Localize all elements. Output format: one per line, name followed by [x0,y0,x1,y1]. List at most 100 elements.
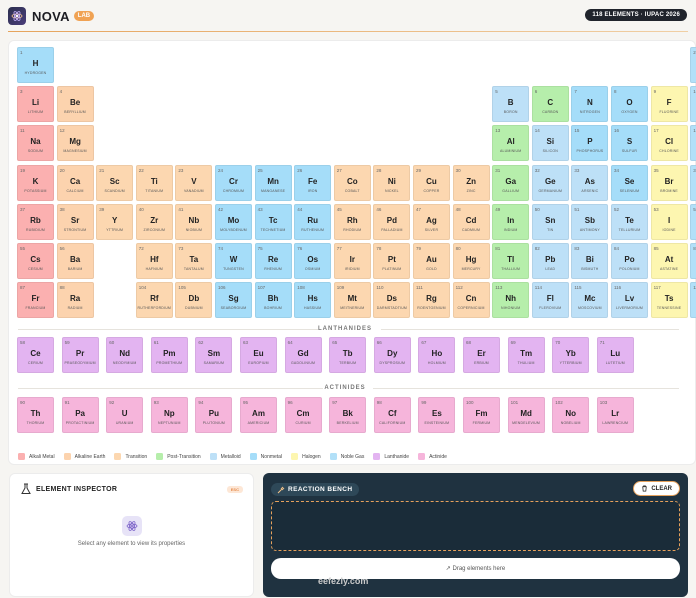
element-cell-ts[interactable]: 117 Ts TENNESSINE [650,282,688,319]
element-cell-mt[interactable]: 109 Mt MEITNERIUM [333,282,371,319]
clear-button[interactable]: CLEAR [633,481,680,496]
element-cell-ge[interactable]: 32 Ge GERMANIUM [531,164,569,201]
element-cell-ce[interactable]: 58 Ce CERIUM [17,337,54,373]
element-cell-u[interactable]: 92 U URANIUM [106,397,144,433]
element-cell-mc[interactable]: 115 Mc MOSCOVIUM [571,282,609,319]
element-cell-cn[interactable]: 112 Cn COPERNICIUM [452,282,490,319]
element-cell-rf[interactable]: 104 Rf RUTHERFORDIUM [135,282,173,319]
element-cell-cs[interactable]: 55 Cs CESIUM [17,243,54,279]
element-cell-fr[interactable]: 87 Fr FRANCIUM [17,282,54,319]
element-cell-db[interactable]: 105 Db DUBNIUM [175,282,213,319]
element-cell-h[interactable]: 1 H HYDROGEN [17,47,54,83]
element-cell-ds[interactable]: 110 Ds DARMSTADTIUM [373,282,411,319]
element-cell-s[interactable]: 16 S SULFUR [611,125,648,162]
element-cell-pb[interactable]: 82 Pb LEAD [531,243,569,279]
element-cell-in[interactable]: 49 In INDIUM [492,203,530,240]
element-cell-cl[interactable]: 17 Cl CHLORINE [650,125,688,162]
element-cell-te[interactable]: 52 Te TELLURIUM [611,203,648,240]
element-cell-mn[interactable]: 25 Mn MANGANESE [254,164,292,201]
element-cell-zr[interactable]: 40 Zr ZIRCONIUM [135,203,173,240]
element-cell-nh[interactable]: 113 Nh NIHONIUM [492,282,530,319]
element-cell-rn[interactable]: 86RnRADON [690,243,696,279]
element-cell-th[interactable]: 90 Th THORIUM [17,397,54,433]
element-cell-sm[interactable]: 62 Sm SAMARIUM [195,337,233,373]
element-cell-pu[interactable]: 94 Pu PLUTONIUM [195,397,233,433]
element-cell-no[interactable]: 102 No NOBELIUM [552,397,590,433]
drop-zone[interactable] [271,501,680,551]
element-cell-f[interactable]: 9 F FLUORINE [650,86,688,123]
element-cell-cu[interactable]: 29 Cu COPPER [413,164,450,201]
element-cell-ti[interactable]: 22 Ti TITANIUM [135,164,173,201]
element-cell-sn[interactable]: 50 Sn TIN [531,203,569,240]
element-cell-am[interactable]: 95 Am AMERICIUM [240,397,277,433]
element-cell-c[interactable]: 6 C CARBON [531,86,569,123]
element-cell-y[interactable]: 39 Y YTTRIUM [96,203,134,240]
element-cell-hs[interactable]: 108 Hs HASSIUM [294,282,332,319]
element-cell-ru[interactable]: 44 Ru RUTHENIUM [294,203,332,240]
element-cell-tb[interactable]: 65 Tb TERBIUM [329,337,367,373]
element-cell-ho[interactable]: 67 Ho HOLMIUM [418,337,456,373]
element-cell-ir[interactable]: 77 Ir IRIDIUM [333,243,371,279]
element-cell-hg[interactable]: 80 Hg MERCURY [452,243,490,279]
element-cell-yb[interactable]: 70 Yb YTTERBIUM [552,337,590,373]
element-cell-he[interactable]: 2 He HELIUM [690,47,696,83]
element-cell-fm[interactable]: 100 Fm FERMIUM [463,397,500,433]
element-cell-eu[interactable]: 63 Eu EUROPIUM [240,337,277,373]
element-cell-pt[interactable]: 78 Pt PLATINUM [373,243,411,279]
element-cell-np[interactable]: 93 Np NEPTUNIUM [150,397,188,433]
element-cell-at[interactable]: 85 At ASTATINE [650,243,688,279]
element-cell-bh[interactable]: 107 Bh BOHRIUM [254,282,292,319]
element-cell-rb[interactable]: 37 Rb RUBIDIUM [17,203,54,240]
element-cell-i[interactable]: 53 I IODINE [650,203,688,240]
element-cell-n[interactable]: 7 N NITROGEN [571,86,609,123]
element-cell-cm[interactable]: 96 Cm CURIUM [284,397,322,433]
element-cell-tm[interactable]: 69 Tm THULIUM [507,337,545,373]
element-cell-er[interactable]: 68 Er ERBIUM [463,337,500,373]
element-cell-sc[interactable]: 21 Sc SCANDIUM [96,164,134,201]
element-cell-pr[interactable]: 59 Pr PRASEODYMIUM [61,337,99,373]
element-cell-mg[interactable]: 12 Mg MAGNESIUM [56,125,94,162]
element-cell-mo[interactable]: 42 Mo MOLYBDENUM [215,203,252,240]
element-cell-cd[interactable]: 48 Cd CADMIUM [452,203,490,240]
element-cell-ra[interactable]: 88 Ra RADIUM [56,282,94,319]
element-cell-as[interactable]: 33 As ARSENIC [571,164,609,201]
element-cell-sr[interactable]: 38 Sr STRONTIUM [56,203,94,240]
element-cell-se[interactable]: 34 Se SELENIUM [611,164,648,201]
element-cell-lr[interactable]: 103 Lr LAWRENCIUM [596,397,634,433]
element-cell-sb[interactable]: 51 Sb ANTIMONY [571,203,609,240]
element-cell-cr[interactable]: 24 Cr CHROMIUM [215,164,252,201]
element-cell-zn[interactable]: 30 Zn ZINC [452,164,490,201]
element-cell-w[interactable]: 74 W TUNGSTEN [215,243,252,279]
element-cell-ga[interactable]: 31 Ga GALLIUM [492,164,530,201]
element-cell-cf[interactable]: 98 Cf CALIFORNIUM [373,397,411,433]
element-cell-lv[interactable]: 116 Lv LIVERMORIUM [611,282,648,319]
element-cell-xe[interactable]: 54XeXENON [690,203,696,240]
element-cell-b[interactable]: 5 B BORON [492,86,530,123]
element-cell-o[interactable]: 8 O OXYGEN [611,86,648,123]
element-cell-fl[interactable]: 114 Fl FLEROVIUM [531,282,569,319]
element-cell-bk[interactable]: 97 Bk BERKELIUM [329,397,367,433]
element-cell-kr[interactable]: 36KrKRYPTON [690,164,696,201]
element-cell-pa[interactable]: 91 Pa PROTACTINIUM [61,397,99,433]
element-cell-sg[interactable]: 106 Sg SEABORGIUM [215,282,252,319]
element-cell-og[interactable]: 118OgOGANESSON [690,282,696,319]
element-cell-ca[interactable]: 20 Ca CALCIUM [56,164,94,201]
element-cell-ni[interactable]: 28 Ni NICKEL [373,164,411,201]
element-cell-rg[interactable]: 111 Rg ROENTGENIUM [413,282,450,319]
element-cell-os[interactable]: 76 Os OSMIUM [294,243,332,279]
element-cell-ta[interactable]: 73 Ta TANTALUM [175,243,213,279]
element-cell-nd[interactable]: 60 Nd NEODYMIUM [106,337,144,373]
element-cell-hf[interactable]: 72 Hf HAFNIUM [135,243,173,279]
element-cell-be[interactable]: 4 Be BERYLLIUM [56,86,94,123]
element-cell-es[interactable]: 99 Es EINSTEINIUM [418,397,456,433]
element-cell-au[interactable]: 79 Au GOLD [413,243,450,279]
element-cell-lu[interactable]: 71 Lu LUTETIUM [596,337,634,373]
element-cell-si[interactable]: 14 Si SILICON [531,125,569,162]
element-cell-rh[interactable]: 45 Rh RHODIUM [333,203,371,240]
element-cell-fe[interactable]: 26 Fe IRON [294,164,332,201]
element-cell-tl[interactable]: 81 Tl THALLIUM [492,243,530,279]
element-cell-bi[interactable]: 83 Bi BISMUTH [571,243,609,279]
element-cell-na[interactable]: 11 Na SODIUM [17,125,54,162]
element-cell-li[interactable]: 3 Li LITHIUM [17,86,54,123]
element-cell-re[interactable]: 75 Re RHENIUM [254,243,292,279]
